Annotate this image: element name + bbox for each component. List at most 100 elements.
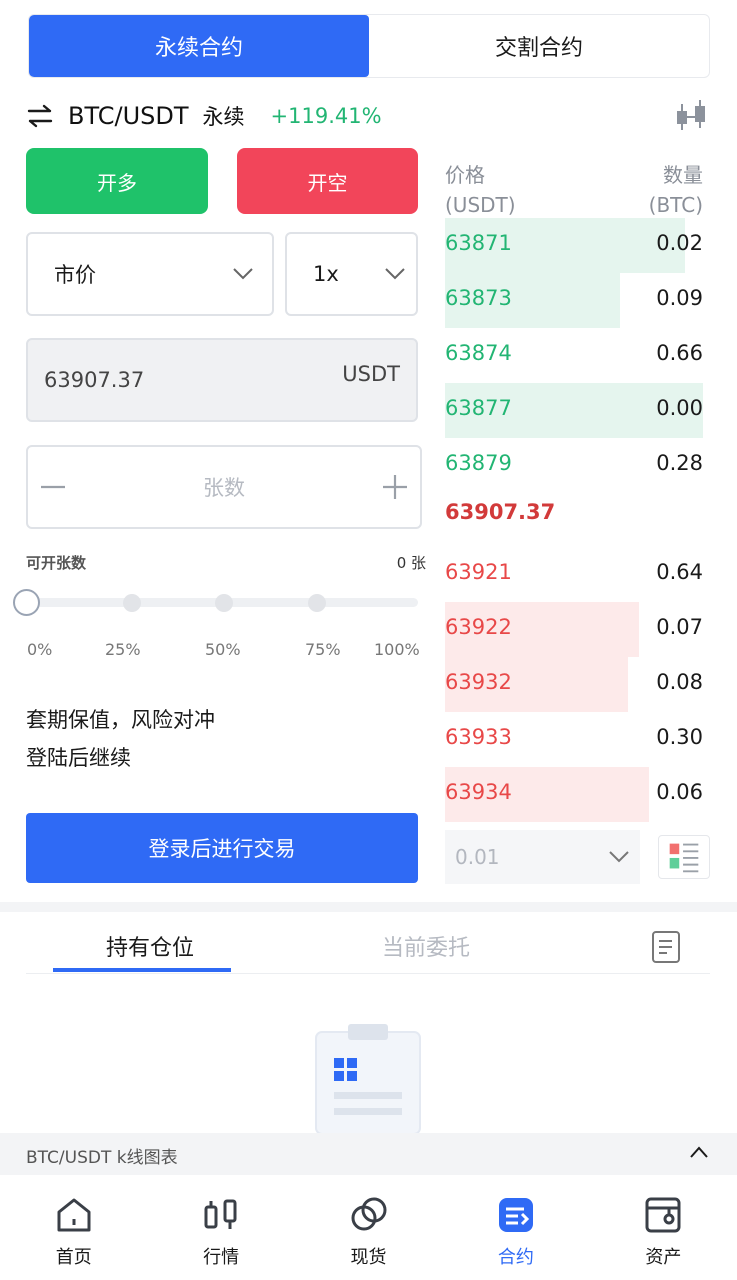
orderbook-row[interactable]: 63877 0.00: [445, 383, 703, 438]
spot-icon: [351, 1197, 387, 1231]
orderbook-row[interactable]: 63932 0.08: [445, 657, 703, 712]
orderbook-price: 63877: [445, 396, 512, 420]
open-long-button[interactable]: 开多: [26, 148, 208, 214]
chevron-up-icon[interactable]: [689, 1145, 709, 1159]
orderbook-qty: 0.07: [656, 615, 703, 639]
leverage-value: 1x: [313, 262, 339, 286]
depth-step-value: 0.01: [455, 845, 500, 869]
kline-chart-toggle[interactable]: BTC/USDT k线图表: [0, 1133, 737, 1175]
orderbook-row[interactable]: 63874 0.66: [445, 328, 703, 383]
nav-label: 资产: [645, 1247, 682, 1268]
order-type-select[interactable]: 市价: [26, 232, 274, 316]
tab-delivery[interactable]: 交割合约: [369, 15, 709, 77]
orderbook-qty: 0.64: [656, 560, 703, 584]
nav-contract[interactable]: 合约: [442, 1175, 589, 1280]
quantity-input[interactable]: 张数: [203, 472, 245, 502]
orderbook-row[interactable]: 63871 0.02: [445, 218, 703, 273]
orderbook-row[interactable]: 63873 0.09: [445, 273, 703, 328]
orderbook-price: 63871: [445, 231, 512, 255]
nav-home[interactable]: 首页: [0, 1175, 147, 1280]
quantity-stepper[interactable]: 张数: [26, 445, 422, 529]
qty-header-label: 数量: [663, 163, 703, 187]
last-price: 63907.37: [445, 500, 556, 524]
promo-line-2: 登陆后继续: [26, 746, 131, 770]
slider-stop-25[interactable]: [123, 594, 141, 612]
orderbook-price: 63933: [445, 725, 512, 749]
orderbook-row[interactable]: 63933 0.30: [445, 712, 703, 767]
orderbook-qty: 0.28: [656, 451, 703, 475]
nav-market[interactable]: 行情: [147, 1175, 294, 1280]
chevron-down-icon: [233, 268, 253, 280]
orderbook-price: 63874: [445, 341, 512, 365]
orderbook-qty: 0.02: [656, 231, 703, 255]
tab-perpetual[interactable]: 永续合约: [29, 15, 369, 77]
price-header-label: 价格: [445, 163, 485, 187]
nav-label: 合约: [497, 1247, 534, 1268]
orderbook-qty-header: 数量 (BTC): [640, 160, 703, 220]
price-change: +119.41%: [270, 104, 382, 128]
pair-name[interactable]: BTC/USDT: [68, 102, 189, 130]
contract-icon: [498, 1198, 533, 1232]
orderbook-qty: 0.08: [656, 670, 703, 694]
bottom-navigation: 首页 行情 现货 合约 资产: [0, 1175, 737, 1280]
plus-icon[interactable]: [380, 472, 410, 502]
candlestick-chart-icon[interactable]: [672, 98, 712, 134]
document-icon[interactable]: [650, 930, 682, 964]
slider-label-50: 50%: [205, 640, 241, 659]
orderbook-qty: 0.00: [656, 396, 703, 420]
nav-label: 现货: [350, 1247, 387, 1268]
active-tab-indicator: [53, 968, 231, 972]
slider-label-25: 25%: [105, 640, 141, 659]
orderbook-price: 63932: [445, 670, 512, 694]
orderbook-row[interactable]: 63921 0.64: [445, 547, 703, 602]
promo-line-1: 套期保值，风险对冲: [26, 708, 215, 732]
orderbook-price: 63922: [445, 615, 512, 639]
orderbook-price: 63934: [445, 780, 512, 804]
price-unit: USDT: [342, 362, 400, 386]
price-value: 63907.37: [44, 368, 145, 392]
open-short-button[interactable]: 开空: [237, 148, 418, 214]
orderbook-price: 63921: [445, 560, 512, 584]
qty-header-unit: (BTC): [648, 193, 703, 217]
nav-label: 行情: [203, 1247, 240, 1268]
slider-label-75: 75%: [305, 640, 341, 659]
tab-divider: [26, 973, 710, 974]
slider-handle[interactable]: [13, 589, 40, 616]
leverage-select[interactable]: 1x: [285, 232, 418, 316]
depth-step-select[interactable]: 0.01: [445, 830, 640, 884]
login-to-trade-button[interactable]: 登录后进行交易: [26, 813, 418, 883]
orderbook-qty: 0.09: [656, 286, 703, 310]
nav-spot[interactable]: 现货: [295, 1175, 442, 1280]
pair-type: 永续: [202, 105, 245, 129]
wallet-icon: [645, 1197, 681, 1233]
chevron-down-icon: [385, 268, 405, 280]
orderbook-price-header: 价格 (USDT): [445, 160, 516, 220]
candlestick-icon: [204, 1199, 237, 1229]
nav-assets[interactable]: 资产: [590, 1175, 737, 1280]
tab-positions[interactable]: 持有仓位: [106, 930, 194, 962]
swap-icon[interactable]: [26, 102, 54, 130]
nav-label: 首页: [55, 1247, 92, 1268]
orderbook-price: 63879: [445, 451, 512, 475]
orderbook-row[interactable]: 63879 0.28: [445, 438, 703, 493]
slider-stop-50[interactable]: [215, 594, 233, 612]
slider-stop-75[interactable]: [308, 594, 326, 612]
orderbook-row[interactable]: 63922 0.07: [445, 602, 703, 657]
orderbook-layout-icon[interactable]: [658, 835, 710, 879]
contract-type-tabs: 永续合约 交割合约: [28, 14, 710, 78]
available-value: 0 张: [396, 554, 426, 572]
orderbook-price: 63873: [445, 286, 512, 310]
orderbook-qty: 0.66: [656, 341, 703, 365]
slider-label-0: 0%: [27, 640, 53, 659]
price-header-unit: (USDT): [445, 193, 516, 217]
home-icon: [57, 1198, 91, 1232]
empty-clipboard-icon: [315, 1024, 421, 1134]
orderbook-row[interactable]: 63934 0.06: [445, 767, 703, 822]
minus-icon[interactable]: [38, 472, 68, 502]
slider-label-100: 100%: [374, 640, 420, 659]
price-field: 63907.37 USDT: [26, 338, 418, 422]
available-label: 可开张数: [26, 554, 87, 572]
kline-chart-label: BTC/USDT k线图表: [26, 1148, 178, 1168]
chevron-down-icon: [609, 851, 629, 863]
tab-open-orders[interactable]: 当前委托: [382, 930, 470, 962]
